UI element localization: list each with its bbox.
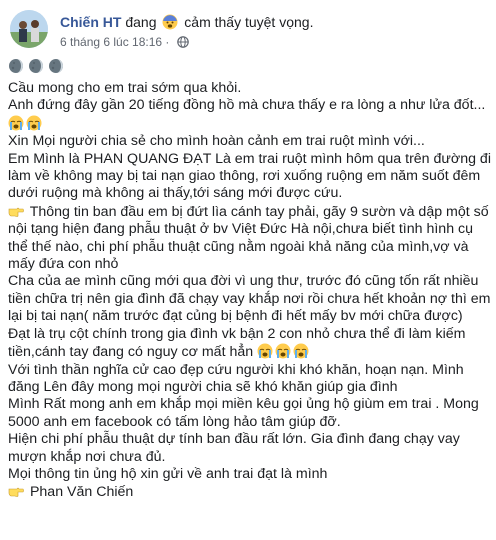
post-line: Cầu mong cho em trai sớm qua khỏi. (8, 80, 242, 96)
post-line-with-emoji: Đạt là trụ cột chính trong gia đình vk b… (8, 326, 492, 362)
status-prefix: đang (125, 14, 157, 30)
post-line: Hiện chi phí phẫu thuật dự tính ban đầu … (8, 431, 460, 465)
post-header: Chiến HT đang cảm thấy tuyệt vọng. 6 thá… (8, 6, 488, 50)
waning-crescent-moon-icon (29, 59, 43, 73)
globe-icon[interactable] (176, 36, 189, 48)
post-body: Cầu mong cho em trai sớm qua khỏi. Anh đ… (8, 58, 492, 502)
loudly-crying-face-icon (8, 115, 24, 131)
post-line: Đạt là trụ cột chính trong gia đình vk b… (8, 325, 466, 361)
loudly-crying-face-icon (257, 343, 273, 359)
status-feeling: cảm thấy tuyệt vọng. (184, 14, 314, 30)
backhand-index-pointing-right-icon (8, 207, 24, 217)
post-line: Xin Mọi người chia sẻ cho mình hoàn cảnh… (8, 133, 425, 150)
post-meta: 6 tháng 6 lúc 18:16 · (60, 34, 189, 49)
loudly-crying-face-icon (275, 343, 291, 359)
cry-emoji-row (8, 115, 492, 133)
waning-crescent-moon-icon (9, 59, 23, 73)
post-line: Mình Rất mong anh em khắp mọi miền kêu g… (8, 396, 479, 430)
post-line: Cha của ae mình cũng mới qua đời vì ung … (8, 273, 491, 325)
backhand-index-pointing-right-icon (8, 488, 24, 498)
timestamp[interactable]: 6 tháng 6 lúc 18:16 · (60, 35, 169, 49)
loudly-crying-face-icon (26, 115, 42, 131)
avatar[interactable] (10, 10, 48, 48)
post-line: Em Mình là PHAN QUANG ĐẠT Là em trai ruộ… (8, 150, 491, 202)
facebook-post: Chiến HT đang cảm thấy tuyệt vọng. 6 thá… (0, 0, 496, 540)
signature-name: Phan Văn Chiến (29, 484, 134, 501)
moon-emoji-row (8, 58, 492, 78)
post-line-pointer: Phan Văn Chiến (8, 483, 492, 501)
waning-crescent-moon-icon (49, 59, 63, 73)
author-line: Chiến HT đang cảm thấy tuyệt vọng. (60, 13, 313, 31)
anguished-face-icon (162, 14, 178, 30)
post-line: Anh đứng đây gần 20 tiếng đồng hồ mà chư… (8, 97, 486, 114)
author-name[interactable]: Chiến HT (60, 14, 121, 30)
post-line: Thông tin ban đầu em bị đứt lìa cánh tay… (8, 203, 489, 273)
loudly-crying-face-icon (293, 343, 309, 359)
post-line: Với tình thần nghĩa cử cao đẹp cứu người… (8, 361, 464, 395)
post-line-pointer: Thông tin ban đầu em bị đứt lìa cánh tay… (8, 203, 492, 274)
post-line: Mọi thông tin ủng hộ xin gửi về anh trai… (8, 465, 328, 482)
